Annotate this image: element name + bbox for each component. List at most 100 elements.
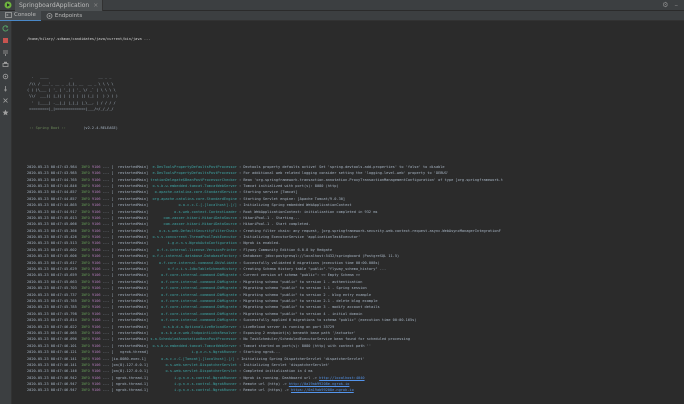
close-icon[interactable]: × [93, 2, 98, 9]
log-pid: 9106 [91, 273, 101, 278]
scroll-icon[interactable] [2, 48, 10, 56]
log-message: : Migrating schema "public" to version 3… [236, 305, 380, 310]
log-level: INFO [78, 369, 92, 374]
log-message: : Devtools property defaults active! Set… [236, 164, 445, 169]
pin-icon[interactable] [2, 84, 10, 92]
log-pid: 9106 [91, 369, 101, 374]
log-message: : Migrating schema "public" to version 1… [236, 286, 367, 291]
log-message: : Remote url (https) -> [236, 388, 291, 393]
endpoints-icon [46, 12, 53, 19]
gear-icon[interactable]: ⚙ [662, 1, 668, 9]
log-message: : LiveReload server is running on port 3… [236, 324, 335, 329]
log-message: : Creating filter chain: any request, [o… [236, 228, 501, 233]
log-pid: 9106 [91, 388, 101, 393]
log-thread: --- [io-8080-exec-1] [100, 356, 149, 361]
log-thread: --- [on(8)-127.0.0.1] [100, 362, 151, 367]
rerun-icon[interactable] [2, 24, 10, 32]
log-logger: o.f.core.internal.command.DbMigrate [150, 286, 237, 291]
spring-banner: . ____ _ __ _ _ /\\ / ___'_ __ _ _(_)_ _… [27, 74, 684, 112]
console-icon [5, 12, 12, 18]
log-level: INFO [78, 337, 92, 342]
log-timestamp: 2020-05-23 08:47:46.942 [27, 375, 79, 380]
log-timestamp: 2020-05-23 08:47:45.663 [27, 279, 79, 284]
log-logger: o.s.b.d.a.OptionalLiveReloadServer [150, 324, 237, 329]
log-level: INFO [78, 330, 92, 335]
log-thread: --- [ restartedMain] [100, 286, 151, 291]
log-logger: o.s.web.servlet.DispatcherServlet [150, 369, 237, 374]
log-thread: --- [ restartedMain] [100, 228, 151, 233]
log-logger: trationDelegate$BeanPostProcessorChecker [150, 177, 237, 182]
minimize-icon[interactable]: – [675, 1, 679, 9]
log-url-link[interactable]: https://0a19ab99208e.ngrok.io [291, 388, 354, 392]
log-timestamp: 2020-05-23 08:47:45.606 [27, 254, 79, 259]
log-thread: --- [ restartedMain] [100, 273, 151, 278]
log-pid: 9106 [91, 228, 101, 233]
log-timestamp: 2020-05-23 08:47:44.765 [27, 177, 79, 182]
star-icon[interactable] [2, 108, 10, 116]
log-logger: i.g.n.n.s.control.NgrokRunner [150, 388, 237, 393]
log-logger: i.g.n.n.s.control.NgrokRunner [150, 375, 237, 380]
log-timestamp: 2020-05-23 08:47:46.121 [27, 350, 79, 355]
log-logger: o.s.s.concurrent.ThreadPoolTaskExecutor [150, 235, 237, 240]
log-pid: 9106 [91, 298, 101, 303]
tab-endpoints[interactable]: Endpoints [41, 11, 87, 21]
log-thread: --- [ restartedMain] [100, 260, 151, 265]
log-pid: 9106 [91, 247, 101, 252]
close-icon[interactable] [2, 96, 10, 104]
log-thread: --- [ restartedMain] [100, 171, 151, 176]
log-pid: 9106 [91, 356, 101, 361]
console-toolbar [0, 21, 12, 404]
log-message: : Migrating schema "public" to version 2… [236, 292, 372, 297]
log-pid: 9106 [91, 382, 101, 387]
log-timestamp: 2020-05-23 08:47:45.737 [27, 292, 79, 297]
log-logger: o.f.core.internal.command.DbMigrate [150, 279, 237, 284]
log-message: : Current version of schema "public": <<… [236, 273, 361, 278]
log-thread: --- [ restartedMain] [100, 241, 151, 246]
settings-icon[interactable] [2, 72, 10, 80]
log-logger: o.f.core.internal.command.DbMigrate [150, 318, 237, 323]
log-url-link[interactable]: http://localhost:4040 [319, 376, 364, 380]
log-thread: --- [ restartedMain] [100, 298, 151, 303]
log-level: INFO [78, 196, 92, 201]
log-level: INFO [78, 241, 92, 246]
log-timestamp: 2020-05-23 08:47:44.857 [27, 196, 79, 201]
log-pid: 9106 [91, 215, 101, 220]
log-level: INFO [78, 279, 92, 284]
print-icon[interactable] [2, 60, 10, 68]
log-thread: --- [ restartedMain] [100, 330, 151, 335]
log-level: INFO [78, 382, 92, 387]
log-thread: --- [ restartedMain] [100, 337, 151, 342]
log-message: : Initializing Spring DispatcherServlet … [234, 356, 365, 361]
log-message: : Successfully validated 6 migrations (e… [236, 260, 380, 265]
log-logger: e.DevToolsPropertyDefaultsPostProcessor [150, 164, 237, 169]
log-level: INFO [78, 164, 92, 169]
log-level: INFO [78, 209, 92, 214]
log-timestamp: 2020-05-23 08:47:45.703 [27, 286, 79, 291]
log-level: INFO [78, 267, 92, 272]
log-timestamp: 2020-05-23 08:47:45.366 [27, 228, 79, 233]
log-level: INFO [78, 222, 92, 227]
log-timestamp: 2020-05-23 08:47:44.857 [27, 190, 79, 195]
log-thread: --- [ restartedMain] [100, 343, 151, 348]
log-logger: com.zaxxer.hikari.HikariDataSource [150, 222, 237, 227]
run-tab[interactable]: SpringboardApplication × [15, 0, 104, 11]
log-level: INFO [78, 350, 92, 355]
log-logger: com.zaxxer.hikari.HikariDataSource [150, 215, 237, 220]
log-thread: --- [ restartedMain] [100, 292, 151, 297]
log-thread: --- [ restartedMain] [100, 324, 151, 329]
log-thread: --- [ restartedMain] [100, 215, 151, 220]
window-controls: ⚙ – [662, 1, 684, 9]
console-output[interactable]: /home/hilary/.sdkman/candidates/java/cur… [13, 21, 684, 404]
log-pid: 9106 [91, 222, 101, 227]
log-thread: --- [ restartedMain] [100, 305, 151, 310]
log-thread: --- [ restartedMain] [100, 196, 151, 201]
log-thread: --- [ restartedMain] [100, 235, 151, 240]
log-thread: --- [ ngrok-thread-1] [100, 375, 151, 380]
stop-icon[interactable] [2, 36, 10, 44]
tab-console[interactable]: Console [0, 10, 41, 21]
log-thread: --- [ restartedMain] [100, 279, 151, 284]
log-url-link[interactable]: http://0a19ab99208e.ngrok.io [289, 382, 350, 386]
log-timestamp: 2020-05-23 08:47:45.785 [27, 305, 79, 310]
log-level: INFO [78, 215, 92, 220]
log-pid: 9106 [91, 260, 101, 265]
